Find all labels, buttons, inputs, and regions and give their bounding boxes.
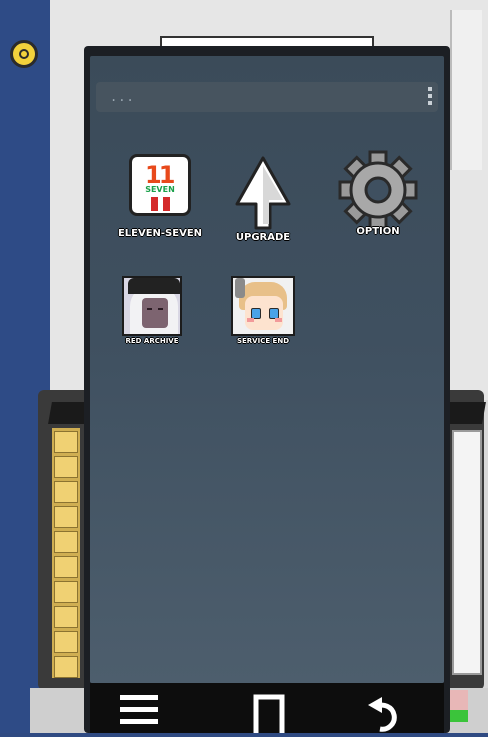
phone-navbar [90, 683, 444, 733]
home-icon[interactable] [250, 693, 290, 733]
left-shelf [52, 428, 80, 678]
phone-screen: ... 11 SEVEN ELEVEN-SEVEN UPGRADE OPTION… [90, 56, 444, 683]
app-eleven-seven[interactable]: 11 SEVEN ELEVEN-SEVEN [110, 154, 210, 239]
app-label-service-end: SERVICE END [236, 337, 290, 345]
back-icon[interactable] [366, 693, 406, 733]
eleven-seven-icon: 11 SEVEN [129, 154, 191, 216]
menu-icon[interactable] [120, 693, 160, 733]
service-end-icon [231, 276, 295, 336]
app-option[interactable]: OPTION [330, 150, 426, 237]
app-label-upgrade: UPGRADE [235, 232, 291, 243]
eleven-seven-word: SEVEN [145, 185, 175, 194]
store-item [450, 690, 468, 722]
search-bar[interactable]: ... [96, 82, 438, 112]
app-red-archive[interactable]: RED ARCHIVE [112, 276, 192, 345]
gear-icon [338, 150, 418, 230]
red-archive-icon [122, 276, 182, 336]
more-menu-icon[interactable] [428, 87, 432, 108]
app-upgrade[interactable]: UPGRADE [220, 156, 306, 243]
upgrade-arrow-icon [235, 156, 291, 230]
search-placeholder: ... [110, 90, 135, 104]
right-shelf [452, 430, 482, 675]
phone: ... 11 SEVEN ELEVEN-SEVEN UPGRADE OPTION… [84, 46, 450, 733]
app-label-eleven-seven: ELEVEN-SEVEN [117, 228, 203, 239]
app-label-red-archive: RED ARCHIVE [125, 337, 179, 345]
room-door [450, 10, 482, 170]
coin-icon [10, 40, 38, 68]
app-service-end[interactable]: SERVICE END [216, 276, 310, 345]
